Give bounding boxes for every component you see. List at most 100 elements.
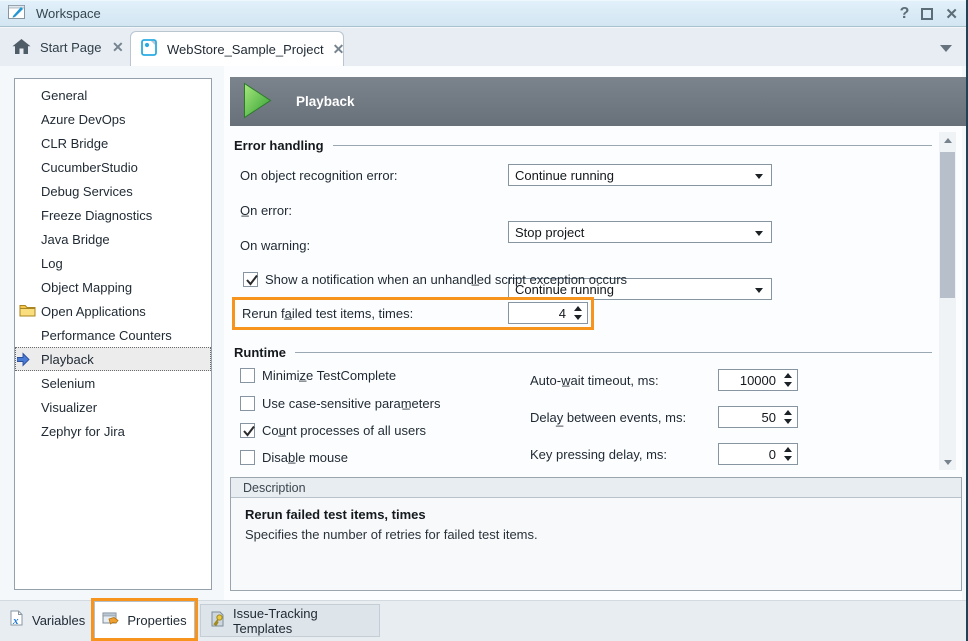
on-error-combobox[interactable]: Stop project	[508, 221, 772, 243]
sidebar-item-open-applications[interactable]: Open Applications	[15, 299, 211, 323]
delay-between-events-spinner[interactable]: 50	[718, 406, 798, 428]
play-triangle-icon	[243, 82, 272, 122]
tab-label: Issue-Tracking Templates	[233, 606, 379, 636]
spinner-up-icon[interactable]	[784, 447, 792, 452]
spinner-value: 50	[725, 410, 782, 425]
combo-value: Stop project	[515, 225, 584, 240]
delay-between-events-label: Delay̲ between events, ms:	[530, 406, 686, 428]
selected-arrow-icon	[17, 352, 30, 370]
checkbox-label: Use case-sensitive param̲eters	[262, 396, 440, 411]
sidebar-item-performance-counters[interactable]: Performance Counters	[15, 323, 211, 347]
chevron-down-icon	[755, 288, 763, 293]
count-processes-checkbox[interactable]	[240, 423, 255, 438]
window-title: Workspace	[36, 6, 101, 21]
sidebar-item-freeze-diagnostics[interactable]: Freeze Diagnostics	[15, 203, 211, 227]
sidebar-item-log[interactable]: Log	[15, 251, 211, 275]
auto-wait-timeout-label: Auto-w̲ait timeout, ms:	[530, 369, 659, 391]
close-button[interactable]: ✕	[945, 5, 958, 23]
description-title: Rerun failed test items, times	[245, 507, 947, 522]
variables-icon: x	[8, 610, 25, 630]
project-icon	[141, 39, 158, 59]
help-button[interactable]: ?	[900, 5, 910, 23]
sidebar-item-general[interactable]: General	[15, 83, 211, 107]
tab-label: Properties	[127, 613, 186, 628]
svg-text:x: x	[12, 615, 19, 627]
scrollbar-thumb[interactable]	[940, 152, 955, 298]
spinner-value: 10000	[725, 373, 782, 388]
checkbox-label: Cou̲nt processes of all users	[262, 423, 426, 438]
scroll-down-icon[interactable]	[939, 454, 956, 470]
tab-label: Variables	[32, 613, 85, 628]
sidebar-item-zephyr-for-jira[interactable]: Zephyr for Jira	[15, 419, 211, 443]
project-tab-close-icon[interactable]: ✕	[333, 41, 345, 58]
spinner-down-icon[interactable]	[574, 315, 582, 320]
properties-icon	[102, 610, 120, 630]
runtime-group-header: Runtime	[234, 344, 932, 360]
sidebar-item-cucumberstudio[interactable]: CucumberStudio	[15, 155, 211, 179]
minimize-testcomplete-checkbox[interactable]	[240, 368, 255, 383]
project-tab-label: WebStore_Sample_Project	[167, 42, 324, 57]
home-icon[interactable]	[12, 38, 31, 58]
sidebar-item-azure-devops[interactable]: Azure DevOps	[15, 107, 211, 131]
group-divider	[333, 145, 932, 146]
on-object-recognition-error-label: On object recognition error:	[240, 164, 398, 186]
description-header: Description	[231, 478, 961, 498]
description-panel: Description Rerun failed test items, tim…	[230, 477, 962, 591]
checkbox-label: Minimiz̲e TestComplete	[262, 368, 396, 383]
sidebar-item-label: Playback	[41, 352, 94, 367]
key-pressing-delay-label: Key pressing delay, ms:	[530, 443, 667, 465]
spinner-up-icon[interactable]	[784, 373, 792, 378]
tab-start-page[interactable]: Start Page	[40, 40, 101, 55]
auto-wait-timeout-spinner[interactable]: 10000	[718, 369, 798, 391]
group-divider	[295, 352, 932, 353]
spinner-down-icon[interactable]	[784, 456, 792, 461]
spinner-value: 4	[515, 306, 572, 321]
show-notification-label: Show a notification when an unhandl̲ed s…	[265, 272, 627, 287]
sidebar-item-visualizer[interactable]: Visualizer	[15, 395, 211, 419]
tab-project[interactable]: WebStore_Sample_Project ✕	[130, 31, 344, 66]
rerun-failed-spinner[interactable]: 4	[508, 302, 588, 324]
sidebar-item-playback[interactable]: Playback	[15, 347, 211, 371]
chevron-down-icon	[755, 231, 763, 236]
minimize-testcomplete-row: Minimiz̲e TestComplete	[240, 368, 396, 383]
tab-properties[interactable]: Properties	[94, 601, 195, 639]
spinner-up-icon[interactable]	[784, 410, 792, 415]
sidebar-item-debug-services[interactable]: Debug Services	[15, 179, 211, 203]
key-pressing-delay-spinner[interactable]: 0	[718, 443, 798, 465]
count-processes-row: Cou̲nt processes of all users	[240, 423, 426, 438]
sidebar-item-clr-bridge[interactable]: CLR Bridge	[15, 131, 211, 155]
playback-banner: Playback	[230, 77, 966, 126]
tab-variables[interactable]: x Variables	[8, 606, 85, 634]
chevron-down-icon	[755, 174, 763, 179]
spinner-up-icon[interactable]	[574, 306, 582, 311]
spinner-value: 0	[725, 447, 782, 462]
disable-mouse-row: Disab̲le mouse	[240, 450, 348, 465]
vertical-scrollbar[interactable]	[939, 132, 956, 470]
spinner-down-icon[interactable]	[784, 382, 792, 387]
tab-issue-tracking-templates[interactable]: Issue-Tracking Templates	[200, 604, 380, 637]
folder-icon	[19, 303, 36, 320]
start-page-close-icon[interactable]: ✕	[112, 39, 124, 56]
banner-title: Playback	[296, 94, 355, 109]
disable-mouse-checkbox[interactable]	[240, 450, 255, 465]
workspace-window: Workspace ? ✕ Start Page ✕ WebStore_Samp…	[0, 0, 968, 641]
workspace-icon	[8, 4, 26, 23]
group-title: Error handling	[234, 138, 324, 153]
on-object-recognition-error-combobox[interactable]: Continue running	[508, 164, 772, 186]
sidebar-item-java-bridge[interactable]: Java Bridge	[15, 227, 211, 251]
case-sensitive-checkbox[interactable]	[240, 396, 255, 411]
maximize-button[interactable]	[921, 8, 933, 20]
show-notification-checkbox[interactable]	[243, 272, 258, 287]
issue-tracking-icon	[209, 611, 226, 631]
title-bar: Workspace ? ✕	[0, 0, 968, 27]
tab-list-chevron-down-icon[interactable]	[940, 45, 952, 52]
sidebar-item-selenium[interactable]: Selenium	[15, 371, 211, 395]
sidebar-item-label: Open Applications	[41, 304, 146, 319]
description-text: Specifies the number of retries for fail…	[245, 527, 947, 542]
notification-checkbox-row: Show a notification when an unhandl̲ed s…	[243, 272, 627, 287]
options-category-list: General Azure DevOps CLR Bridge Cucumber…	[14, 78, 212, 590]
sidebar-item-object-mapping[interactable]: Object Mapping	[15, 275, 211, 299]
spinner-down-icon[interactable]	[784, 419, 792, 424]
scroll-up-icon[interactable]	[939, 132, 956, 148]
rerun-failed-label: Rerun fa̲iled test items, times:	[242, 302, 413, 324]
